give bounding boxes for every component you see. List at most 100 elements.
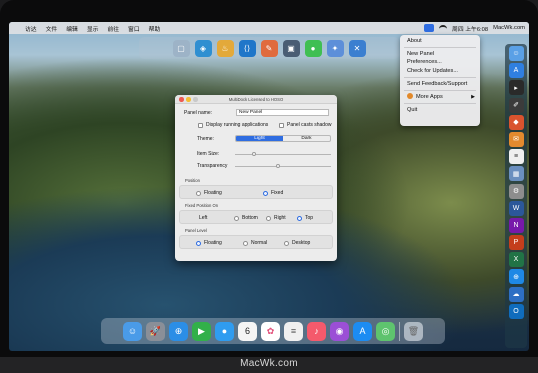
multidock-status-icon[interactable]: [424, 24, 435, 32]
item-size-label: Item Size:: [197, 151, 220, 157]
launchpad-icon[interactable]: 🚀: [146, 321, 165, 341]
calendar-icon[interactable]: 6: [238, 321, 257, 341]
level-normal-radio[interactable]: [243, 240, 248, 246]
level-desktop-radio[interactable]: [284, 240, 289, 246]
item-size-slider[interactable]: [235, 152, 331, 157]
menu-separator: [404, 76, 476, 78]
menu-help[interactable]: 帮助: [149, 24, 161, 33]
fixed-position-group-label: Fixed Position On: [185, 203, 219, 208]
photos-icon[interactable]: ✿: [261, 321, 280, 341]
watermark: MacWk.com: [240, 358, 298, 369]
clock[interactable]: 周四 上午6:08: [452, 24, 488, 33]
safari-icon[interactable]: ⊕: [508, 269, 524, 285]
panel-name-input[interactable]: New Panel: [236, 109, 329, 116]
multidock-icon[interactable]: ◎: [376, 321, 395, 341]
menu-item-quit[interactable]: Quit: [400, 106, 480, 114]
terminal-icon[interactable]: ▸: [508, 80, 524, 96]
beer-icon[interactable]: ♨: [216, 39, 234, 57]
cloud-icon[interactable]: ☁: [508, 286, 524, 302]
casts-shadow-checkbox[interactable]: [279, 122, 284, 128]
transparency-knob[interactable]: [276, 164, 281, 169]
fixed-top-label: Top: [305, 215, 314, 221]
photo-icon[interactable]: ▣: [282, 39, 300, 57]
menu-view[interactable]: 显示: [87, 24, 99, 33]
menu-separator: [404, 103, 476, 105]
finder-icon[interactable]: ☺: [508, 46, 524, 61]
preferences-window: MultiDock Licensed to HOSO Panel name: N…: [175, 95, 337, 261]
menu-finder[interactable]: 访达: [25, 24, 37, 33]
menu-file[interactable]: 文件: [46, 24, 58, 33]
level-normal-label: Normal: [251, 240, 268, 246]
appstore-icon[interactable]: A: [353, 321, 372, 341]
theme-segmented-control: Light Dark: [235, 135, 331, 142]
mail-icon[interactable]: ✉: [508, 131, 524, 147]
position-floating-label: Floating: [204, 190, 222, 196]
fixed-bottom-radio[interactable]: [234, 215, 239, 221]
notes-icon[interactable]: ≡: [508, 149, 524, 165]
safari-icon[interactable]: ⊕: [169, 321, 188, 341]
calendar-icon[interactable]: ▦: [508, 166, 524, 182]
transparency-label: Transparency: [197, 163, 228, 169]
podcasts-icon[interactable]: ◉: [330, 321, 349, 341]
desktop-screen: 访达 文件 编辑 显示 前往 窗口 帮助 周四 上午6:08 MacWk.com…: [9, 22, 529, 351]
vscode-icon[interactable]: ⟨⟩: [238, 39, 256, 57]
site-label: MacWk.com: [493, 25, 525, 31]
editor-icon[interactable]: ✐: [508, 97, 524, 113]
theme-light-option[interactable]: Light: [236, 136, 283, 141]
status-area: 周四 上午6:08 MacWk.com: [424, 24, 529, 33]
menu-item-about[interactable]: About: [400, 37, 480, 45]
trash-icon[interactable]: 🗑: [404, 321, 423, 341]
menu-item-preferences[interactable]: Preferences...: [400, 58, 480, 66]
outlook-icon[interactable]: O: [508, 303, 524, 319]
theme-dark-option[interactable]: Dark: [283, 136, 330, 141]
transparency-slider[interactable]: [235, 164, 331, 169]
level-floating-radio[interactable]: [196, 240, 201, 246]
wifi-icon[interactable]: [439, 25, 448, 31]
fixed-top-radio[interactable]: [297, 215, 302, 221]
item-size-knob[interactable]: [251, 152, 256, 157]
menu-item-send-feedback[interactable]: Send Feedback/Support: [400, 80, 480, 88]
menu-separator: [404, 89, 476, 91]
level-floating-label: Floating: [204, 240, 222, 246]
brush-icon[interactable]: ✎: [260, 39, 278, 57]
facetime-icon[interactable]: ▶: [192, 321, 211, 341]
fixed-right-radio[interactable]: [266, 215, 271, 221]
messages-icon[interactable]: ●: [215, 321, 234, 341]
tools-icon[interactable]: ✕: [348, 39, 366, 57]
reminders-icon[interactable]: ≡: [284, 321, 303, 341]
app-icon[interactable]: ✦: [326, 39, 344, 57]
menu-item-check-updates[interactable]: Check for Updates...: [400, 67, 480, 75]
more-apps-label: More Apps: [416, 93, 443, 100]
window-titlebar: MultiDock Licensed to HOSO: [175, 95, 337, 104]
right-side-dock: ☺ A ▸ ✐ ◆ ✉ ≡ ▦ ⚙ W N P X ⊕ ☁ O: [505, 44, 527, 348]
compressor-icon[interactable]: ◆: [508, 114, 524, 130]
onenote-icon[interactable]: N: [508, 217, 524, 233]
wechat-icon[interactable]: ●: [304, 39, 322, 57]
menu-go[interactable]: 前往: [107, 24, 119, 33]
menu-item-more-apps[interactable]: More Apps ▶: [400, 92, 480, 101]
fixed-left-label[interactable]: Left: [199, 215, 207, 221]
settings-icon[interactable]: ⚙: [508, 183, 524, 199]
word-icon[interactable]: W: [508, 200, 524, 216]
finder-icon[interactable]: ☺: [123, 321, 142, 341]
zoom-icon[interactable]: [193, 97, 198, 102]
music-icon[interactable]: ♪: [307, 321, 326, 341]
position-floating-radio[interactable]: [196, 190, 201, 196]
powerpoint-icon[interactable]: P: [508, 235, 524, 251]
appstore-icon[interactable]: A: [508, 63, 524, 79]
status-menu-dropdown: About New Panel Preferences... Check for…: [400, 35, 480, 126]
menu-edit[interactable]: 编辑: [66, 24, 78, 33]
swift-icon[interactable]: ◈: [194, 39, 212, 57]
menu-item-new-panel[interactable]: New Panel: [400, 50, 480, 58]
display-running-checkbox[interactable]: [198, 122, 203, 128]
dock-separator: [399, 321, 400, 341]
panel-level-group-label: Panel Level: [185, 228, 207, 233]
panel-level-group: Floating Normal Desktop: [179, 235, 333, 249]
menu-window[interactable]: 窗口: [128, 24, 140, 33]
minimize-icon[interactable]: [186, 97, 191, 102]
excel-icon[interactable]: X: [508, 252, 524, 268]
close-icon[interactable]: [179, 97, 184, 102]
casts-shadow-label: Panel casts shadow: [287, 122, 332, 128]
window-icon[interactable]: ▢: [172, 39, 190, 57]
position-fixed-radio[interactable]: [263, 190, 268, 196]
